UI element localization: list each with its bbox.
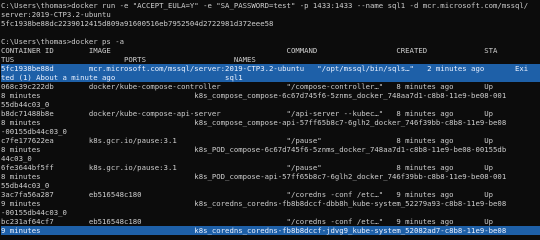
- terminal-line: -00155db44c03_0: [1, 127, 67, 136]
- terminal-line: 55db44c03_0: [1, 181, 50, 190]
- terminal-line: ted (1) About a minute ago sql1: [1, 73, 540, 82]
- terminal-line: 3ac7fa56a287 eb516548c180 "/coredns -con…: [1, 190, 498, 199]
- terminal-line: 44c03_0: [1, 154, 32, 163]
- terminal-line: -00155db44c03_0: [1, 208, 67, 217]
- terminal-line: 8 minutes k8s_POD_compose-6c67d745f6-5zn…: [1, 145, 507, 154]
- terminal-line: 6fe3644bf5ff k8s.gcr.io/pause:3.1 "/paus…: [1, 163, 498, 172]
- terminal-line: 55db44c03_0: [1, 100, 50, 109]
- terminal-line: server:2019-CTP3.2-ubuntu: [1, 10, 111, 19]
- terminal-line: 5fc1938be88dc2239012415d809a91600516eb79…: [1, 19, 274, 28]
- terminal-line: b8dc71488b8e docker/kube-compose-api-ser…: [1, 109, 498, 118]
- terminal-line: 9 minutes k8s_coredns_coredns-fb8b8dccf-…: [1, 199, 507, 208]
- terminal-line: 5fc1938be88d mcr.microsoft.com/mssql/ser…: [1, 64, 540, 73]
- terminal-line: TUS PORTS NAMES: [1, 55, 256, 64]
- terminal-line: bc231af64cf7 eb516548c180 "/coredns -con…: [1, 217, 498, 226]
- terminal-line: 8 minutes k8s_compose_compose-6c67d745f6…: [1, 91, 507, 100]
- terminal-line: c7fe177622ea k8s.gcr.io/pause:3.1 "/paus…: [1, 136, 498, 145]
- terminal-line: 9 minutes k8s_coredns_coredns-fb8b8dccf-…: [1, 226, 540, 235]
- terminal-line: 8 minutes k8s_compose_compose-api-57ff65…: [1, 118, 507, 127]
- terminal-line: 068c39c222db docker/kube-compose-control…: [1, 82, 498, 91]
- terminal-line: C:\Users\thomas>docker ps -a: [1, 37, 125, 46]
- terminal-line: 8 minutes k8s_POD_compose-api-57ff65b8c7…: [1, 172, 507, 181]
- terminal-line: C:\Users\thomas>docker run -e "ACCEPT_EU…: [1, 1, 529, 10]
- terminal-window[interactable]: C:\Users\thomas>docker run -e "ACCEPT_EU…: [0, 0, 540, 236]
- terminal-line: CONTAINER ID IMAGE COMMAND CREATED STA: [1, 46, 498, 55]
